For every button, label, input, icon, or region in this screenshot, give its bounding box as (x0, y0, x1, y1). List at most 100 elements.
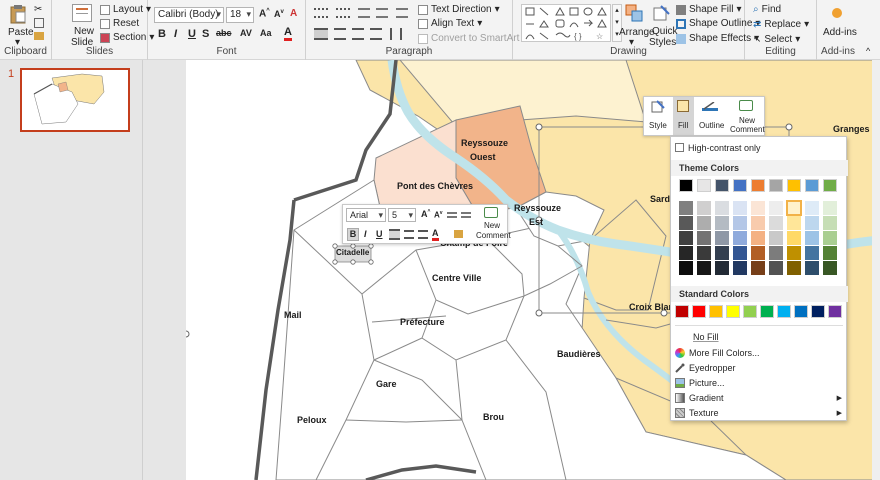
format-painter-icon[interactable] (34, 32, 44, 40)
theme-color-swatch[interactable] (733, 179, 747, 192)
shadow-icon[interactable]: S (202, 28, 209, 40)
arrange-icon[interactable] (625, 4, 643, 22)
mini-center-icon[interactable] (404, 230, 414, 239)
mini-increase-indent-icon[interactable] (461, 212, 471, 218)
new-comment-label-2[interactable]: Comment (730, 125, 765, 134)
theme-color-shade-swatch[interactable] (823, 246, 837, 260)
bold-icon[interactable]: B (158, 28, 166, 40)
theme-color-swatch[interactable] (679, 179, 693, 192)
decrease-font-icon[interactable]: Av (274, 9, 284, 19)
theme-color-shade-swatch[interactable] (715, 201, 729, 215)
decrease-indent-icon[interactable] (358, 8, 370, 18)
standard-color-swatch[interactable] (692, 305, 706, 318)
standard-color-swatch[interactable] (811, 305, 825, 318)
label-pont-des-chevres[interactable]: Pont des Chèvres (397, 181, 473, 191)
standard-color-swatch[interactable] (777, 305, 791, 318)
theme-color-shade-swatch[interactable] (805, 201, 819, 215)
theme-color-shade-swatch[interactable] (733, 231, 747, 245)
theme-color-shade-swatch[interactable] (697, 231, 711, 245)
strikethrough-icon[interactable]: abc (216, 28, 232, 38)
style-icon[interactable] (651, 100, 665, 114)
theme-color-shade-swatch[interactable] (733, 261, 747, 275)
mini-font-size-combo[interactable]: 5 (388, 208, 416, 222)
standard-color-swatch[interactable] (794, 305, 808, 318)
outline-button[interactable]: Outline (699, 121, 724, 130)
theme-color-shade-swatch[interactable] (769, 201, 783, 215)
label-reyssouze-ouest-2[interactable]: Ouest (470, 152, 496, 162)
theme-color-shade-swatch[interactable] (697, 201, 711, 215)
font-name-combo[interactable]: Calibri (Body) (154, 7, 224, 23)
theme-color-shade-swatch[interactable] (823, 216, 837, 230)
vertical-scrollbar[interactable] (872, 60, 880, 480)
theme-color-shade-swatch[interactable] (679, 246, 693, 260)
standard-color-swatch[interactable] (709, 305, 723, 318)
theme-color-shade-swatch[interactable] (679, 231, 693, 245)
theme-color-shade-swatch[interactable] (787, 231, 801, 245)
high-contrast-option[interactable]: High-contrast only (671, 140, 848, 155)
theme-color-shade-swatch[interactable] (805, 216, 819, 230)
theme-color-shade-swatch[interactable] (786, 200, 802, 216)
theme-color-shade-swatch[interactable] (679, 261, 693, 275)
reset-button[interactable]: Reset (100, 18, 139, 29)
theme-color-shade-swatch[interactable] (769, 246, 783, 260)
italic-icon[interactable]: I (174, 28, 177, 40)
cut-icon[interactable]: ✂ (34, 4, 42, 15)
change-case-icon[interactable]: Aa (260, 28, 272, 38)
label-reyssouze-est-2[interactable]: Est (529, 217, 543, 227)
font-size-combo[interactable]: 18 (226, 7, 254, 23)
theme-color-shade-swatch[interactable] (751, 246, 765, 260)
layout-button[interactable]: Layout ▾ (100, 4, 151, 15)
mini-increase-font-icon[interactable]: A^ (421, 209, 430, 219)
eyedropper-option[interactable]: Eyedropper (671, 360, 848, 375)
theme-color-shade-swatch[interactable] (787, 216, 801, 230)
align-left-icon[interactable] (314, 28, 328, 40)
outline-icon[interactable] (702, 101, 718, 111)
copy-icon[interactable] (34, 18, 44, 28)
theme-color-shade-swatch[interactable] (697, 261, 711, 275)
standard-color-swatch[interactable] (828, 305, 842, 318)
texture-option[interactable]: Texture ▶ (671, 405, 848, 420)
new-slide-button[interactable]: New (74, 26, 94, 37)
theme-color-shade-swatch[interactable] (751, 201, 765, 215)
theme-color-shade-swatch[interactable] (697, 216, 711, 230)
gradient-option[interactable]: Gradient ▶ (671, 390, 848, 405)
mini-underline-icon[interactable]: U (376, 229, 383, 239)
mini-new-comment-button[interactable]: New (484, 221, 500, 230)
theme-color-shade-swatch[interactable] (715, 231, 729, 245)
mini-new-comment-icon[interactable] (484, 207, 498, 218)
label-prefecture[interactable]: Préfecture (400, 317, 445, 327)
mini-font-color-icon[interactable]: A (432, 228, 439, 241)
theme-color-shade-swatch[interactable] (787, 246, 801, 260)
shapes-gallery[interactable]: { } ☆ (521, 4, 611, 42)
theme-color-swatch[interactable] (715, 179, 729, 192)
collapse-ribbon-icon[interactable]: ^ (866, 46, 870, 56)
line-spacing-icon[interactable] (396, 8, 408, 18)
theme-color-shade-swatch[interactable] (751, 231, 765, 245)
mini-format-painter-icon[interactable] (454, 230, 463, 238)
theme-color-shade-swatch[interactable] (679, 216, 693, 230)
theme-color-shade-swatch[interactable] (823, 261, 837, 275)
find-button[interactable]: ⌕ Find (753, 4, 781, 15)
mini-decrease-font-icon[interactable]: Av (434, 210, 443, 220)
theme-color-shade-swatch[interactable] (733, 246, 747, 260)
bullets-icon[interactable] (314, 8, 328, 18)
label-baudieres[interactable]: Baudières (557, 349, 601, 359)
standard-color-swatch[interactable] (760, 305, 774, 318)
convert-smartart-button[interactable]: Convert to SmartArt▾ (418, 33, 527, 44)
theme-color-shade-swatch[interactable] (751, 261, 765, 275)
standard-color-swatch[interactable] (726, 305, 740, 318)
addins-button[interactable]: Add-ins (823, 27, 857, 38)
label-centre-ville[interactable]: Centre Ville (432, 273, 481, 283)
increase-indent-icon[interactable] (376, 8, 388, 18)
theme-color-swatch[interactable] (805, 179, 819, 192)
high-contrast-checkbox[interactable] (675, 143, 684, 152)
theme-color-shade-swatch[interactable] (733, 201, 747, 215)
theme-color-shade-swatch[interactable] (787, 261, 801, 275)
font-color-icon[interactable]: A (284, 27, 292, 41)
theme-color-shade-swatch[interactable] (769, 231, 783, 245)
style-button[interactable]: Style (649, 121, 667, 130)
align-right-icon[interactable] (352, 28, 364, 40)
label-mail[interactable]: Mail (284, 310, 302, 320)
label-citadelle[interactable]: Citadelle (336, 248, 369, 257)
slide-thumbnail[interactable] (20, 68, 130, 132)
